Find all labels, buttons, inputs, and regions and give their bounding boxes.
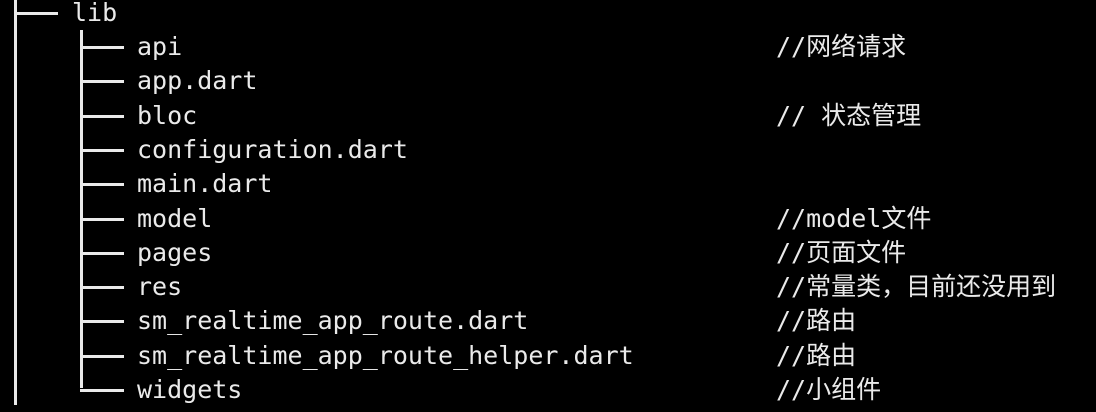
tree-item-name: pages — [137, 237, 213, 267]
tree-item-name: app.dart — [137, 66, 258, 96]
tree-item-name: sm_realtime_app_route.dart — [137, 306, 529, 336]
tree-item-comment: //路由 — [776, 306, 857, 336]
terminal-window: lib api //网络请求 app.dart bloc // 状态管理 configur… — [0, 0, 1096, 412]
tree-connector — [80, 217, 124, 221]
tree-item-name: api — [137, 32, 183, 61]
tree-item-comment: //常量类，目前还没用到 — [776, 272, 1057, 302]
tree-root-connector — [14, 12, 58, 15]
tree-item-name: bloc — [137, 100, 198, 130]
tree-item-comment: //小组件 — [776, 375, 882, 404]
tree-item-name: configuration.dart — [137, 134, 408, 164]
tree-trunk-line — [14, 0, 17, 405]
tree-connector — [80, 320, 124, 324]
tree-item-name: main.dart — [137, 169, 273, 199]
tree-connector — [80, 148, 124, 152]
tree-item-comment: //model文件 — [776, 203, 932, 233]
tree-item-comment: // 状态管理 — [776, 100, 922, 130]
tree-item-name: model — [137, 203, 213, 233]
tree-root-label: lib — [72, 0, 118, 27]
tree-item-comment: //网络请求 — [776, 32, 907, 61]
tree-branch-line — [80, 30, 83, 388]
tree-connector — [80, 80, 124, 84]
tree-connector — [80, 286, 124, 290]
tree-item-comment: //路由 — [776, 340, 857, 370]
tree-item-name: sm_realtime_app_route_helper.dart — [137, 340, 634, 370]
tree-item-name: res — [137, 272, 183, 302]
tree-connector — [80, 183, 124, 187]
tree-connector — [80, 389, 124, 392]
tree-connector — [80, 46, 124, 49]
tree-connector — [80, 251, 124, 255]
tree-connector — [80, 114, 124, 118]
tree-item-comment: //页面文件 — [776, 237, 907, 267]
tree-item-name: widgets — [137, 375, 243, 404]
tree-connector — [80, 354, 124, 358]
